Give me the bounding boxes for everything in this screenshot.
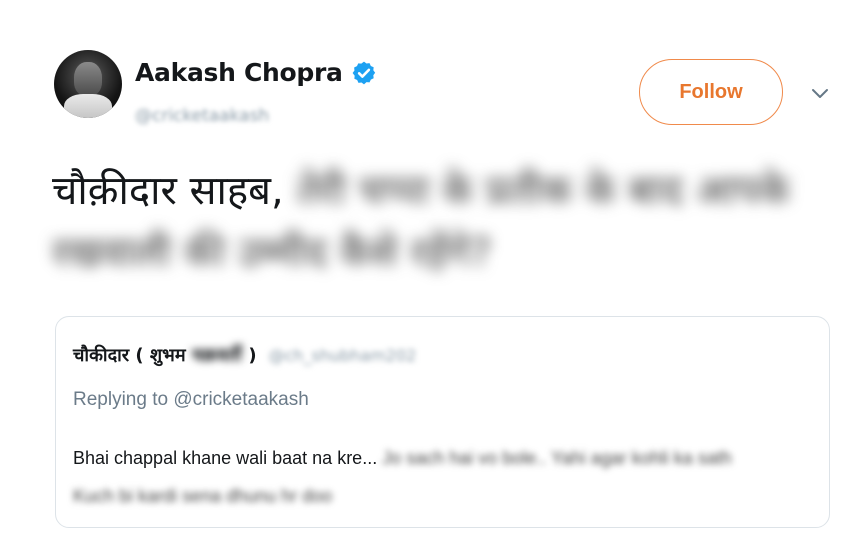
author-display-name[interactable]: Aakash Chopra [135, 58, 343, 87]
tweet-text-visible: चौक़ीदार साहब, [52, 168, 284, 214]
quoted-name-suffix: ) [248, 345, 257, 366]
quoted-tweet-card[interactable]: चौकीदार ( शुभम चक्रवर्ती ) @ch_shubham20… [55, 316, 830, 528]
chevron-down-icon[interactable] [810, 86, 830, 102]
avatar-collar [64, 94, 112, 118]
quoted-name-blurred: चक्रवर्ती [191, 345, 243, 366]
quoted-tweet-handle: @ch_shubham202 [268, 346, 417, 365]
author-name-row: Aakash Chopra [135, 58, 377, 87]
avatar-face [74, 62, 102, 96]
avatar[interactable] [54, 50, 122, 118]
quoted-name-prefix: चौकीदार ( शुभम [73, 345, 186, 366]
verified-badge-icon [352, 61, 375, 84]
tweet-text: चौक़ीदार साहब, तेरी चप्पा के प्रतीक के ब… [52, 160, 812, 284]
quoted-body-blurred-2: Kuch bi kardi sena dhunu hr doo [73, 486, 333, 506]
replying-to-label[interactable]: Replying to @cricketaakash [73, 389, 309, 411]
author-handle[interactable]: @cricketaakash [135, 106, 269, 126]
quoted-body-blurred-1: Jo sach hai vo bole.. Yahi agar kohli ka… [382, 448, 732, 468]
quoted-tweet-author-name: चौकीदार ( शुभम चक्रवर्ती ) [73, 343, 257, 367]
follow-button[interactable]: Follow [639, 59, 783, 125]
quoted-tweet-body: Bhai chappal khane wali baat na kre... J… [73, 439, 808, 515]
quoted-tweet-header: चौकीदार ( शुभम चक्रवर्ती ) @ch_shubham20… [73, 343, 416, 367]
quoted-body-visible: Bhai chappal khane wali baat na kre... [73, 448, 378, 468]
